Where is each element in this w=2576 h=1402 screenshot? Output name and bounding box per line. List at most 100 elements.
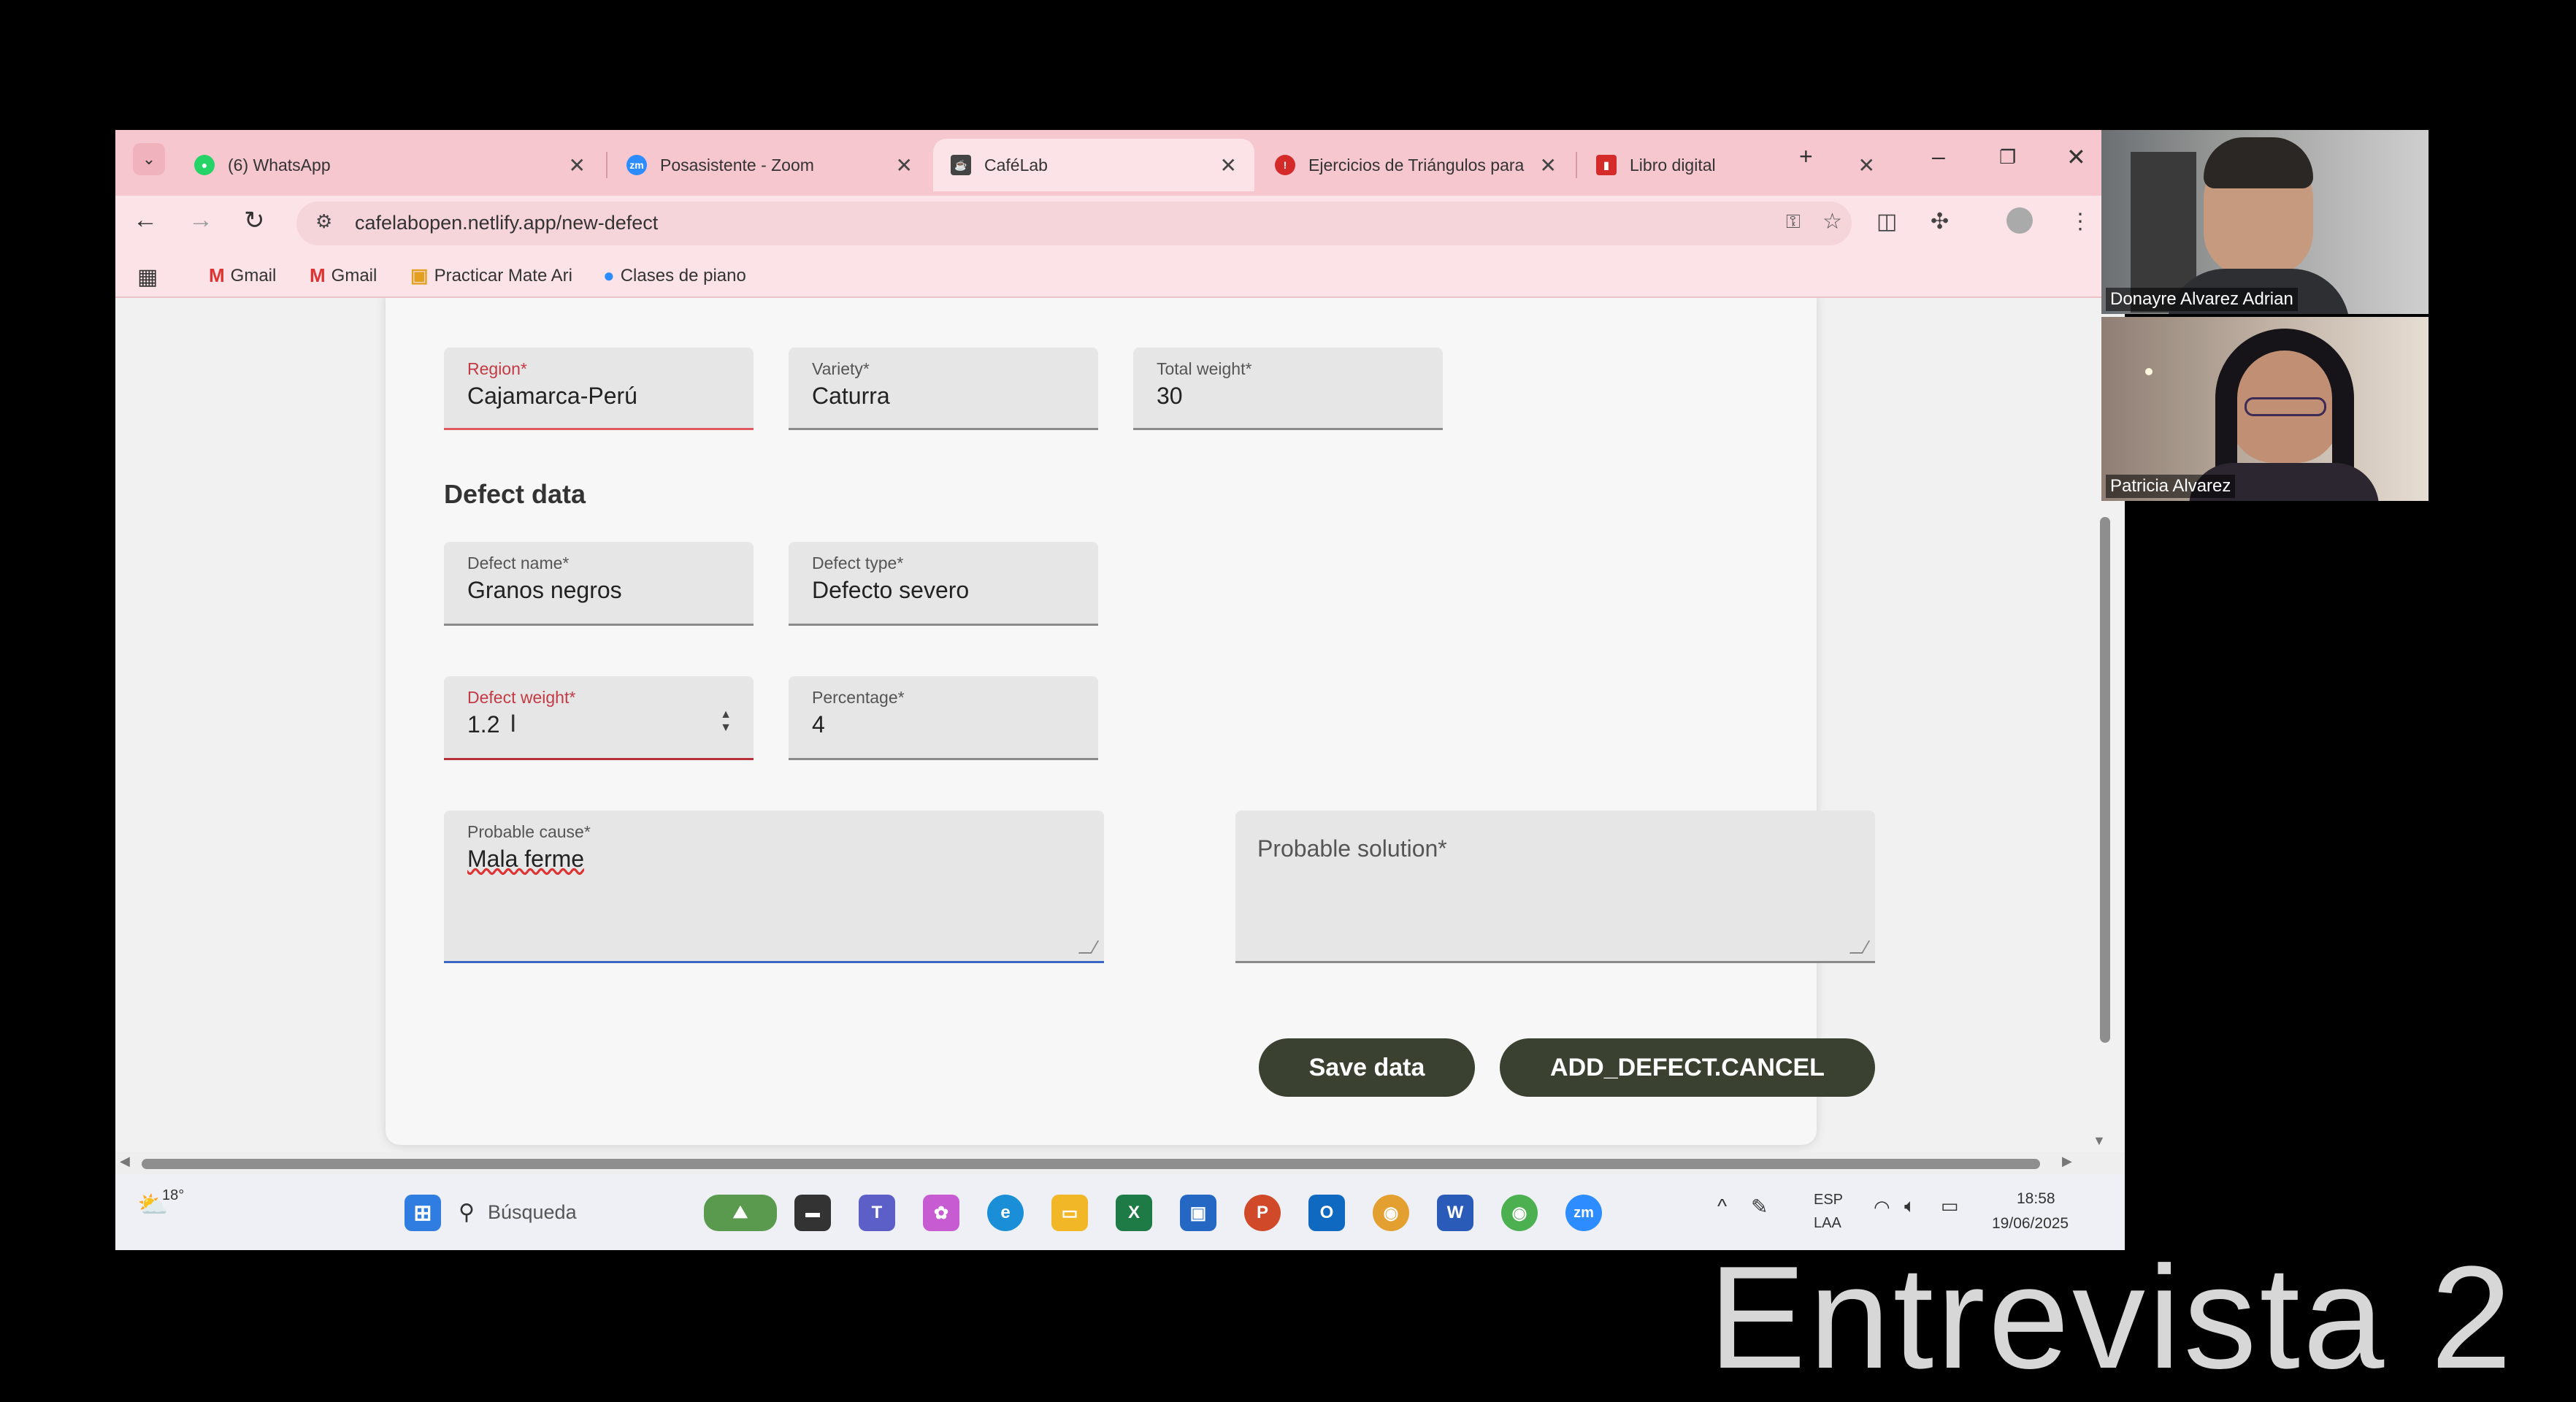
percentage-label: Percentage*: [812, 688, 905, 707]
wifi-icon[interactable]: ◠: [1874, 1196, 1890, 1219]
tab-zoom[interactable]: zm Posasistente - Zoom ✕: [609, 139, 930, 191]
bookmark-gmail-2[interactable]: M Gmail: [310, 264, 377, 287]
extensions-icon[interactable]: ✣: [1931, 209, 1949, 234]
powerpoint-icon[interactable]: P: [1244, 1195, 1281, 1231]
close-icon[interactable]: ✕: [1858, 153, 1875, 177]
store-icon[interactable]: ▣: [1180, 1195, 1216, 1231]
save-data-button[interactable]: Save data: [1259, 1038, 1475, 1097]
probable-cause-textarea[interactable]: Probable cause* Mala ferme: [444, 811, 1104, 963]
close-icon[interactable]: ✕: [1540, 153, 1557, 177]
variety-field[interactable]: Variety* Caturra: [789, 348, 1098, 430]
language-top[interactable]: ESP: [1814, 1192, 1843, 1208]
back-icon[interactable]: ←: [133, 206, 158, 234]
apps-grid-icon[interactable]: ▦: [137, 264, 158, 290]
bookmark-star-icon[interactable]: ☆: [1822, 209, 1842, 234]
scrollbar-thumb[interactable]: [2100, 517, 2110, 1043]
bookmark-piano[interactable]: ● Clases de piano: [603, 264, 746, 287]
reload-icon[interactable]: ↻: [244, 206, 265, 235]
tab-separator: [606, 152, 607, 178]
close-icon[interactable]: ✕: [896, 153, 913, 177]
address-bar[interactable]: ⚙ cafelabopen.netlify.app/new-defect ⚿ ☆: [296, 202, 1852, 245]
defect-type-field[interactable]: Defect type* Defecto severo: [789, 542, 1098, 626]
minimize-icon[interactable]: –: [1932, 143, 1945, 170]
bookmark-practicar[interactable]: ▣ Practicar Mate Ari: [410, 264, 572, 287]
tab-bar: ⌄ ● (6) WhatsApp ✕ zm Posasistente - Zoo…: [115, 130, 2125, 196]
region-value[interactable]: Cajamarca-Perú: [467, 383, 637, 410]
percentage-field[interactable]: Percentage* 4: [789, 676, 1098, 760]
defect-weight-label: Defect weight*: [467, 688, 576, 707]
restore-icon[interactable]: ❐: [1999, 146, 2016, 169]
tab-triangulos[interactable]: ! Ejercicios de Triángulos para ✕: [1257, 139, 1574, 191]
search-highlight-icon[interactable]: ⛰: [704, 1195, 777, 1231]
search-icon: ⚲: [459, 1200, 475, 1225]
outlook-icon[interactable]: O: [1308, 1195, 1345, 1231]
media-icon[interactable]: ◫: [1877, 209, 1897, 234]
language-bottom[interactable]: LAA: [1814, 1215, 1841, 1232]
forward-icon[interactable]: →: [188, 206, 213, 234]
chrome-icon[interactable]: ◉: [1373, 1195, 1409, 1231]
battery-icon[interactable]: ▭: [1941, 1195, 1959, 1217]
url-text[interactable]: cafelabopen.netlify.app/new-defect: [355, 212, 658, 234]
copilot-icon[interactable]: ✿: [923, 1195, 959, 1231]
book-icon: ▮: [1596, 155, 1617, 175]
browser-window: ⌄ ● (6) WhatsApp ✕ zm Posasistente - Zoo…: [115, 130, 2125, 1250]
percentage-value[interactable]: 4: [812, 711, 825, 738]
pen-input-icon[interactable]: ✎: [1751, 1195, 1768, 1219]
defect-weight-value[interactable]: 1.2: [467, 711, 499, 738]
vertical-scrollbar[interactable]: [2098, 517, 2113, 1057]
text-cursor-icon: I: [510, 710, 517, 738]
participant-name: Patricia Alvarez: [2106, 475, 2236, 498]
total-weight-field[interactable]: Total weight* 30: [1133, 348, 1443, 430]
volume-icon[interactable]: 🔈︎: [1904, 1195, 1916, 1218]
cancel-button[interactable]: ADD_DEFECT.CANCEL: [1500, 1038, 1875, 1097]
window-close-icon[interactable]: ✕: [2066, 143, 2086, 171]
scroll-left-icon[interactable]: ◀: [120, 1154, 130, 1169]
tab-libro-digital[interactable]: ▮ Libro digital ✕: [1579, 139, 1893, 191]
new-tab-icon[interactable]: +: [1799, 143, 1813, 170]
variety-value[interactable]: Caturra: [812, 383, 890, 410]
scroll-down-icon[interactable]: ▼: [2093, 1133, 2106, 1149]
clock-time[interactable]: 18:58: [2017, 1190, 2055, 1208]
scrollbar-thumb[interactable]: [142, 1159, 2040, 1169]
defect-type-value[interactable]: Defecto severo: [812, 577, 969, 604]
tab-cafelab[interactable]: ☕ CaféLab ✕: [933, 139, 1254, 191]
excel-icon[interactable]: X: [1116, 1195, 1152, 1231]
edge-icon[interactable]: e: [987, 1195, 1024, 1231]
total-weight-value[interactable]: 30: [1157, 383, 1183, 410]
file-explorer-icon[interactable]: ▭: [1051, 1195, 1088, 1231]
task-view-icon[interactable]: ▬: [794, 1195, 831, 1231]
menu-kebab-icon[interactable]: ⋮: [2069, 209, 2091, 234]
profile-avatar[interactable]: [2006, 207, 2033, 234]
scroll-right-icon[interactable]: ▶: [2062, 1154, 2072, 1169]
horizontal-scrollbar[interactable]: ◀ ▶ ▼: [115, 1133, 2125, 1174]
close-icon[interactable]: ✕: [569, 153, 586, 177]
resize-handle-icon[interactable]: [1078, 941, 1100, 954]
site-settings-icon[interactable]: ⚙: [315, 210, 332, 233]
defect-name-field[interactable]: Defect name* Granos negros: [444, 542, 754, 626]
tab-search-chevron-icon[interactable]: ⌄: [133, 143, 165, 175]
taskbar-search[interactable]: ⚲ Búsqueda: [459, 1190, 721, 1234]
defect-weight-field[interactable]: Defect weight* 1.2 I ▲ ▼: [444, 676, 754, 760]
probable-cause-value[interactable]: Mala ferme: [467, 846, 584, 873]
show-hidden-icons-icon[interactable]: ^: [1717, 1195, 1727, 1218]
tab-title: Posasistente - Zoom: [660, 155, 814, 175]
total-weight-label: Total weight*: [1157, 359, 1252, 378]
password-key-icon[interactable]: ⚿: [1786, 210, 1801, 234]
teams-icon[interactable]: T: [859, 1195, 895, 1231]
zoom-app-icon[interactable]: zm: [1565, 1195, 1602, 1231]
region-field[interactable]: Region* Cajamarca-Perú: [444, 348, 754, 430]
gmail-icon: M: [310, 264, 326, 286]
tab-whatsapp[interactable]: ● (6) WhatsApp ✕: [177, 139, 603, 191]
word-icon[interactable]: W: [1437, 1195, 1473, 1231]
number-spinner-icon[interactable]: ▲ ▼: [720, 708, 732, 735]
defect-name-value[interactable]: Granos negros: [467, 577, 622, 604]
close-icon[interactable]: ✕: [1220, 153, 1237, 177]
probable-solution-textarea[interactable]: Probable solution*: [1235, 811, 1875, 963]
zoom-icon: zm: [626, 155, 647, 175]
resize-handle-icon[interactable]: [1849, 941, 1871, 954]
windows-start-icon[interactable]: ⊞: [405, 1195, 441, 1231]
bookmark-label: Gmail: [230, 265, 277, 286]
clock-date[interactable]: 19/06/2025: [1992, 1215, 2069, 1233]
bookmark-gmail-1[interactable]: M Gmail: [209, 264, 276, 287]
chrome-profile-icon[interactable]: ◉: [1501, 1195, 1538, 1231]
